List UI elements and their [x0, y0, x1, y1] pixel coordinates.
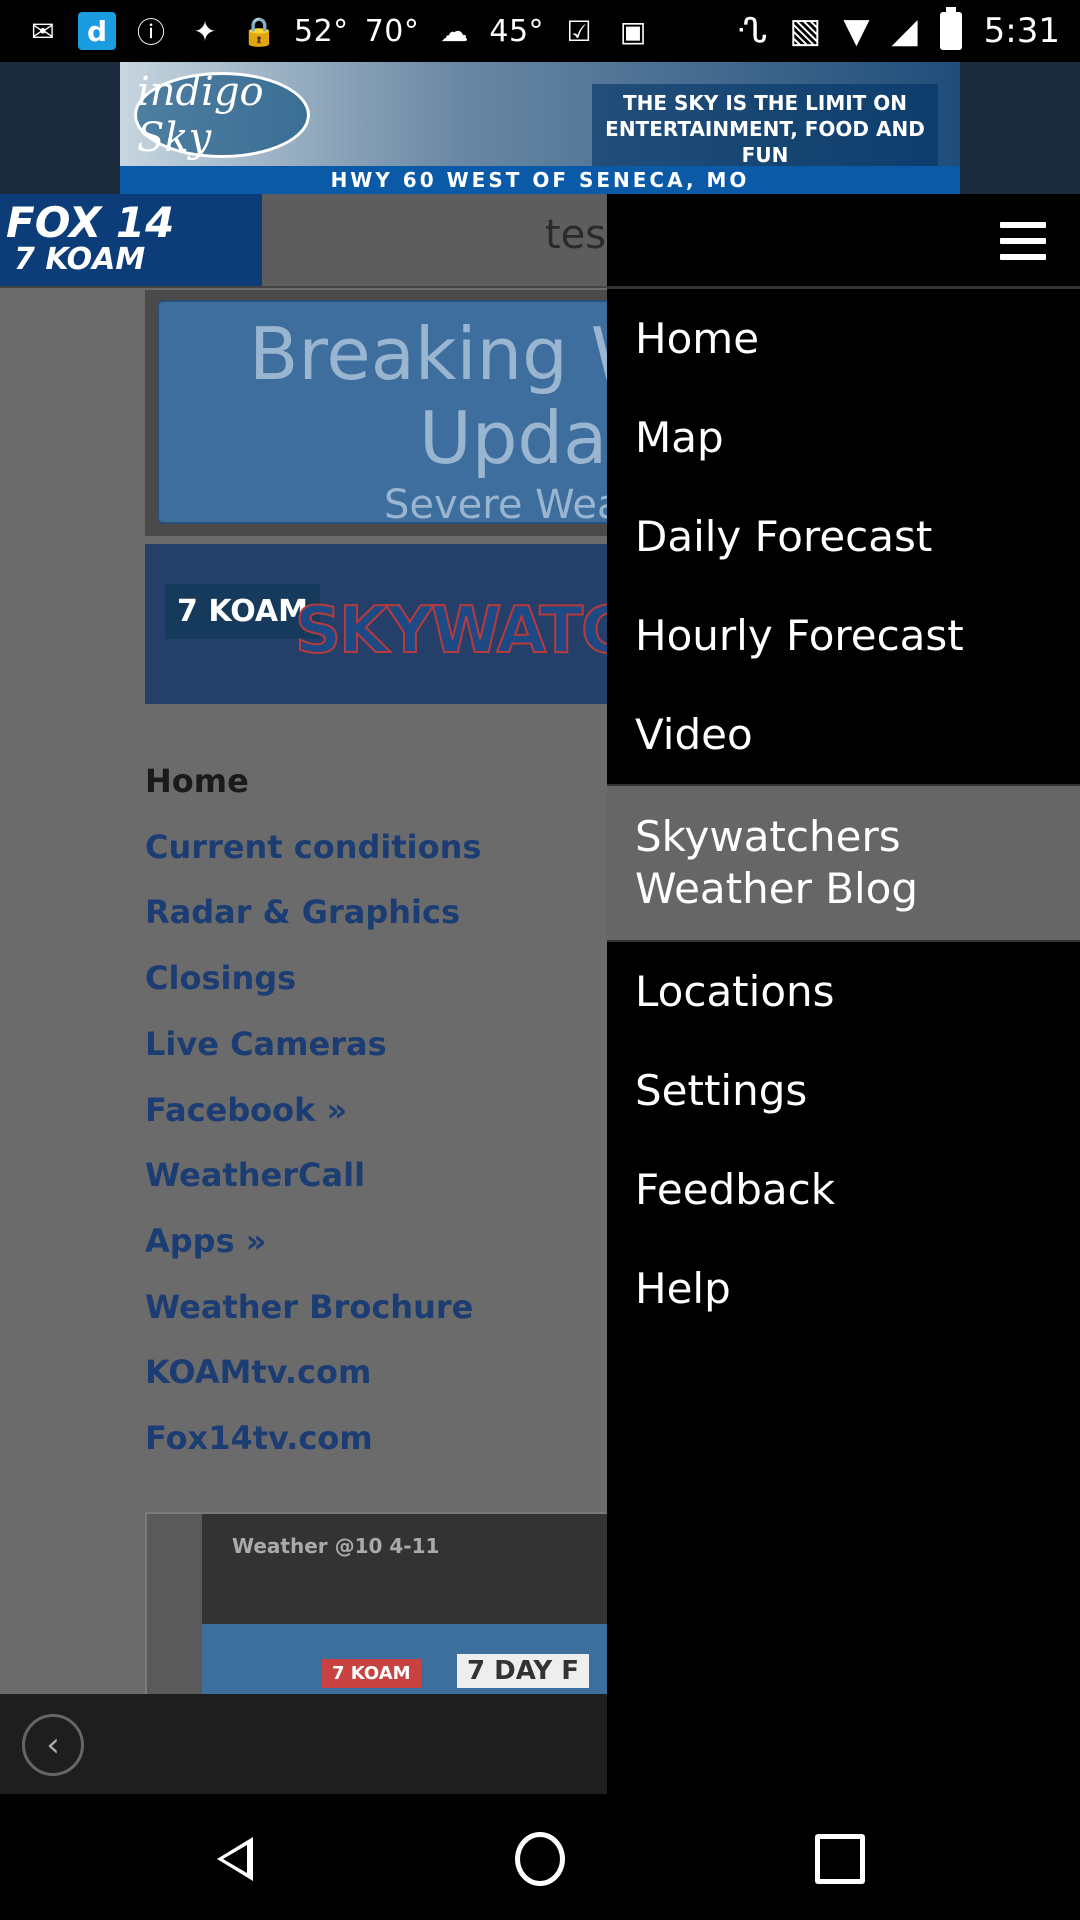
banner-title-line1: Breaking W — [249, 312, 662, 396]
menu-item-hourly-forecast[interactable]: Hourly Forecast — [607, 586, 1080, 685]
briefcase-icon: ▣ — [619, 14, 647, 48]
menu-item-video[interactable]: Video — [607, 685, 1080, 784]
logo-fox-text: FOX 14 — [6, 197, 175, 247]
inbox-icon: ☑ — [566, 14, 592, 48]
breaking-weather-banner[interactable]: Breaking W Updat Severe Wea — [145, 290, 662, 536]
temperature-3: 45° — [489, 13, 545, 49]
menu-item-skywatchers-line2: Weather Blog — [635, 864, 919, 913]
vibrate-icon: ▧ — [789, 11, 822, 51]
link-home[interactable]: Home — [145, 749, 610, 815]
lock-icon: 🔒 — [241, 14, 277, 48]
app-bottom-bar — [0, 1694, 607, 1794]
hamburger-menu-icon[interactable] — [1000, 222, 1046, 260]
skywatch-text: SKYWATC — [294, 593, 610, 669]
link-radar-graphics[interactable]: Radar & Graphics — [145, 880, 610, 946]
link-weather-brochure[interactable]: Weather Brochure — [145, 1275, 610, 1341]
menu-item-settings[interactable]: Settings — [607, 1041, 1080, 1140]
cloud-icon: ☁ — [440, 14, 469, 48]
header-search-text[interactable]: tes — [545, 212, 606, 258]
banner-title-line2: Updat — [419, 396, 636, 480]
link-facebook[interactable]: Facebook » — [145, 1078, 610, 1144]
nav-back-button[interactable] — [210, 1834, 260, 1884]
system-nav-bar — [0, 1794, 1080, 1920]
status-bar: ✉ d ⓘ ✦ 🔒 52° 70° ☁ 45° ☑ ▣ ᔗ ▧ ▼ ◢ 5:31 — [0, 0, 1080, 62]
links-list: Home Current conditions Radar & Graphics… — [145, 749, 610, 1472]
link-koamtv[interactable]: KOAMtv.com — [145, 1340, 610, 1406]
ad-banner[interactable]: indigo Sky THE SKY IS THE LIMIT ON ENTER… — [0, 62, 1080, 194]
ad-image[interactable]: indigo Sky THE SKY IS THE LIMIT ON ENTER… — [120, 62, 960, 194]
ad-strip: HWY 60 WEST OF SENECA, MO — [120, 166, 960, 194]
banner-subtitle: Severe Wea — [384, 482, 622, 528]
navigation-drawer: Home Map Daily Forecast Hourly Forecast … — [607, 194, 1080, 1794]
temperature-2: 70° — [364, 13, 420, 49]
video-badge: 7 KOAM — [322, 1658, 421, 1688]
link-live-cameras[interactable]: Live Cameras — [145, 1012, 610, 1078]
main-content: Breaking W Updat Severe Wea 7 KOAM SKYWA… — [145, 290, 662, 1716]
back-triangle-icon — [217, 1837, 253, 1881]
banner-title: Breaking W Updat — [249, 312, 662, 480]
clock: 5:31 — [983, 11, 1060, 51]
drawer-header — [607, 194, 1080, 289]
alert-icon: ⓘ — [136, 16, 165, 49]
menu-item-home[interactable]: Home — [607, 289, 1080, 388]
bluetooth-icon: ᔗ — [736, 11, 768, 51]
menu-item-feedback[interactable]: Feedback — [607, 1140, 1080, 1239]
banner-card[interactable]: Breaking W Updat Severe Wea — [157, 300, 662, 528]
home-circle-icon — [515, 1832, 565, 1886]
menu-item-map[interactable]: Map — [607, 388, 1080, 487]
menu-item-daily-forecast[interactable]: Daily Forecast — [607, 487, 1080, 586]
video-seven-day-label: 7 DAY F — [457, 1653, 589, 1688]
link-apps[interactable]: Apps » — [145, 1209, 610, 1275]
video-title: Weather @10 4-11 — [232, 1533, 440, 1558]
dictionary-icon: d — [78, 12, 116, 50]
recents-square-icon — [815, 1834, 865, 1884]
menu-item-skywatchers-line1: Skywatchers — [635, 812, 901, 861]
menu-item-help[interactable]: Help — [607, 1239, 1080, 1338]
back-circle-button[interactable]: ‹ — [22, 1714, 84, 1776]
nav-recents-button[interactable] — [815, 1834, 865, 1884]
satellite-icon: ✦ — [193, 14, 217, 48]
skywatch-banner[interactable]: 7 KOAM SKYWATC — [145, 544, 610, 704]
ad-logo: indigo Sky — [134, 69, 310, 161]
logo-koam-text: 7 KOAM — [14, 241, 146, 277]
link-closings[interactable]: Closings — [145, 946, 610, 1012]
temperature-1: 52° — [294, 13, 349, 49]
video-card[interactable]: Weather @10 4-11 7 KOAM 7 DAY F — [145, 1511, 614, 1716]
link-fox14tv[interactable]: Fox14tv.com — [145, 1406, 610, 1472]
chevron-left-icon: ‹ — [46, 1725, 60, 1765]
link-weathercall[interactable]: WeatherCall — [145, 1143, 610, 1209]
wifi-icon: ▼ — [843, 11, 870, 51]
nav-home-button[interactable] — [515, 1832, 565, 1886]
signal-icon: ◢ — [891, 11, 918, 51]
ad-headline: THE SKY IS THE LIMIT ON ENTERTAINMENT, F… — [592, 84, 938, 174]
menu-item-locations[interactable]: Locations — [607, 942, 1080, 1041]
link-current-conditions[interactable]: Current conditions — [145, 815, 610, 881]
battery-icon — [939, 7, 962, 50]
menu-item-skywatchers-blog[interactable]: Skywatchers Weather Blog — [607, 784, 1080, 942]
message-icon: ✉ — [31, 14, 55, 48]
station-logo[interactable]: FOX 14 7 KOAM — [0, 194, 262, 286]
